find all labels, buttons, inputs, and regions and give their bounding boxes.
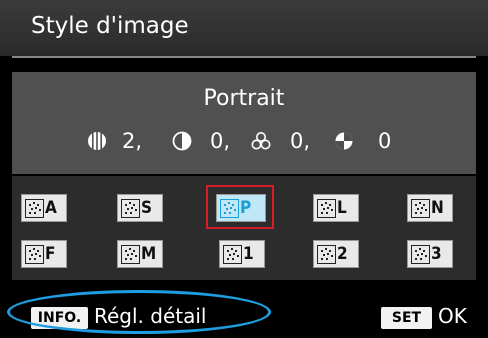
saturation-value: 0,: [290, 129, 311, 153]
picture-style-icon: [411, 199, 430, 218]
style-tile-standard[interactable]: S: [117, 194, 163, 222]
style-tile-label: 2: [337, 244, 348, 264]
selection-frame: [206, 185, 274, 229]
style-tile-auto[interactable]: A: [21, 194, 67, 222]
menu-header: Style d'image: [0, 0, 488, 56]
style-tile-label: 1: [243, 244, 254, 264]
sharpness-icon: [87, 124, 107, 158]
style-tile-landscape[interactable]: L: [313, 194, 359, 222]
saturation-icon: [251, 124, 271, 158]
picture-style-icon: [121, 199, 140, 218]
sharpness-value: 2,: [122, 129, 143, 153]
contrast-value: 0,: [210, 129, 231, 153]
color-tone-value: 0: [378, 129, 392, 153]
color-tone-icon: [334, 124, 354, 158]
ok-label: OK: [438, 304, 467, 328]
set-button[interactable]: SET: [381, 307, 432, 329]
style-tile-label: A: [45, 198, 57, 218]
style-tile-faithful[interactable]: F: [21, 240, 67, 268]
header-divider: [12, 56, 476, 58]
contrast-icon: [172, 124, 192, 158]
picture-style-icon: [317, 199, 336, 218]
page-title: Style d'image: [31, 13, 189, 39]
picture-style-icon: [411, 245, 430, 264]
selected-style-name: Portrait: [203, 86, 285, 111]
picture-style-icon: [317, 245, 336, 264]
style-tile-user-3[interactable]: 3: [407, 240, 453, 268]
style-tile-monochrome[interactable]: M: [117, 240, 163, 268]
style-info-panel: Portrait 2, 0, 0, 0: [12, 72, 476, 174]
highlight-oval: [7, 290, 271, 334]
picture-style-icon: [223, 245, 242, 264]
style-tile-label: M: [141, 244, 156, 264]
picture-style-icon: [25, 245, 44, 264]
picture-style-icon: [25, 199, 44, 218]
style-tile-label: S: [141, 198, 152, 218]
style-tile-user-1[interactable]: 1: [219, 240, 265, 268]
style-tile-neutral[interactable]: N: [407, 194, 453, 222]
style-parameters: 2, 0, 0, 0: [12, 124, 476, 158]
style-tile-user-2[interactable]: 2: [313, 240, 359, 268]
style-tile-label: F: [45, 244, 55, 264]
style-tile-label: L: [337, 198, 347, 218]
style-tile-label: 3: [431, 244, 442, 264]
picture-style-icon: [121, 245, 140, 264]
style-tile-label: N: [431, 198, 444, 218]
